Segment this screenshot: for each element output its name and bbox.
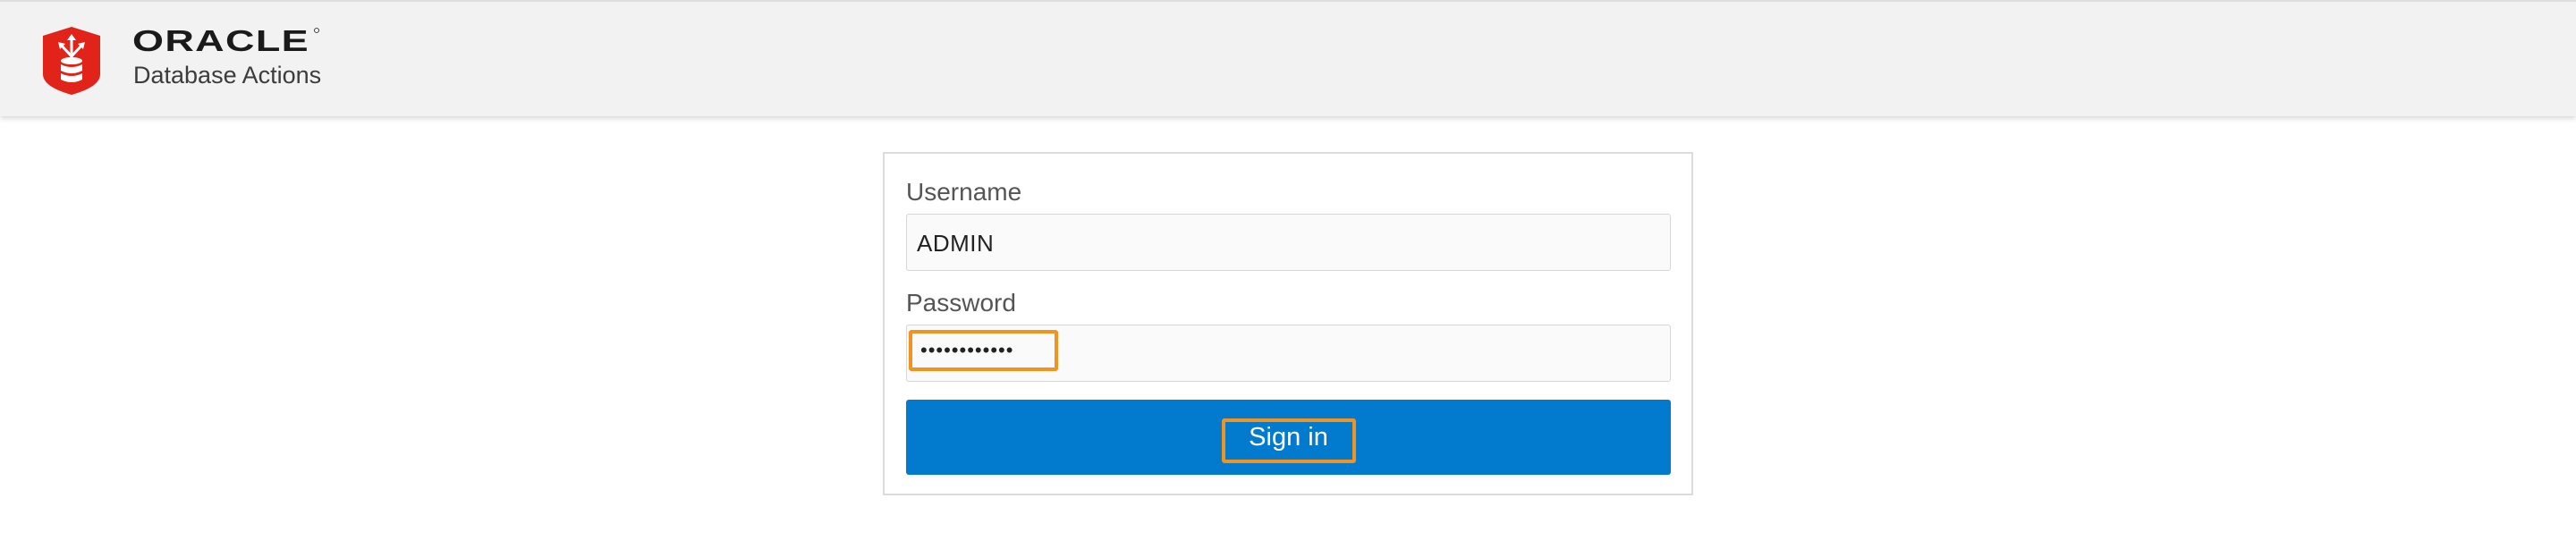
oracle-wordmark: ORACLE bbox=[132, 26, 319, 56]
sign-in-label: Sign in bbox=[1249, 423, 1328, 452]
password-highlight-box: •••••••••••• bbox=[909, 330, 1058, 371]
app-header: ORACLE Database Actions bbox=[0, 0, 2576, 116]
password-label: Password bbox=[906, 289, 1016, 317]
username-field[interactable]: ADMIN bbox=[906, 214, 1671, 271]
oracle-database-icon bbox=[43, 27, 100, 95]
product-name: Database Actions bbox=[133, 62, 322, 89]
username-label: Username bbox=[906, 178, 1022, 206]
username-value: ADMIN bbox=[917, 230, 995, 257]
login-card: Username ADMIN Password •••••••••••• Sig… bbox=[883, 152, 1693, 495]
sign-in-button[interactable]: Sign in bbox=[906, 400, 1671, 475]
svg-text:ORACLE: ORACLE bbox=[132, 26, 309, 56]
password-field[interactable]: •••••••••••• bbox=[906, 325, 1671, 382]
password-value: •••••••••••• bbox=[920, 339, 1014, 361]
